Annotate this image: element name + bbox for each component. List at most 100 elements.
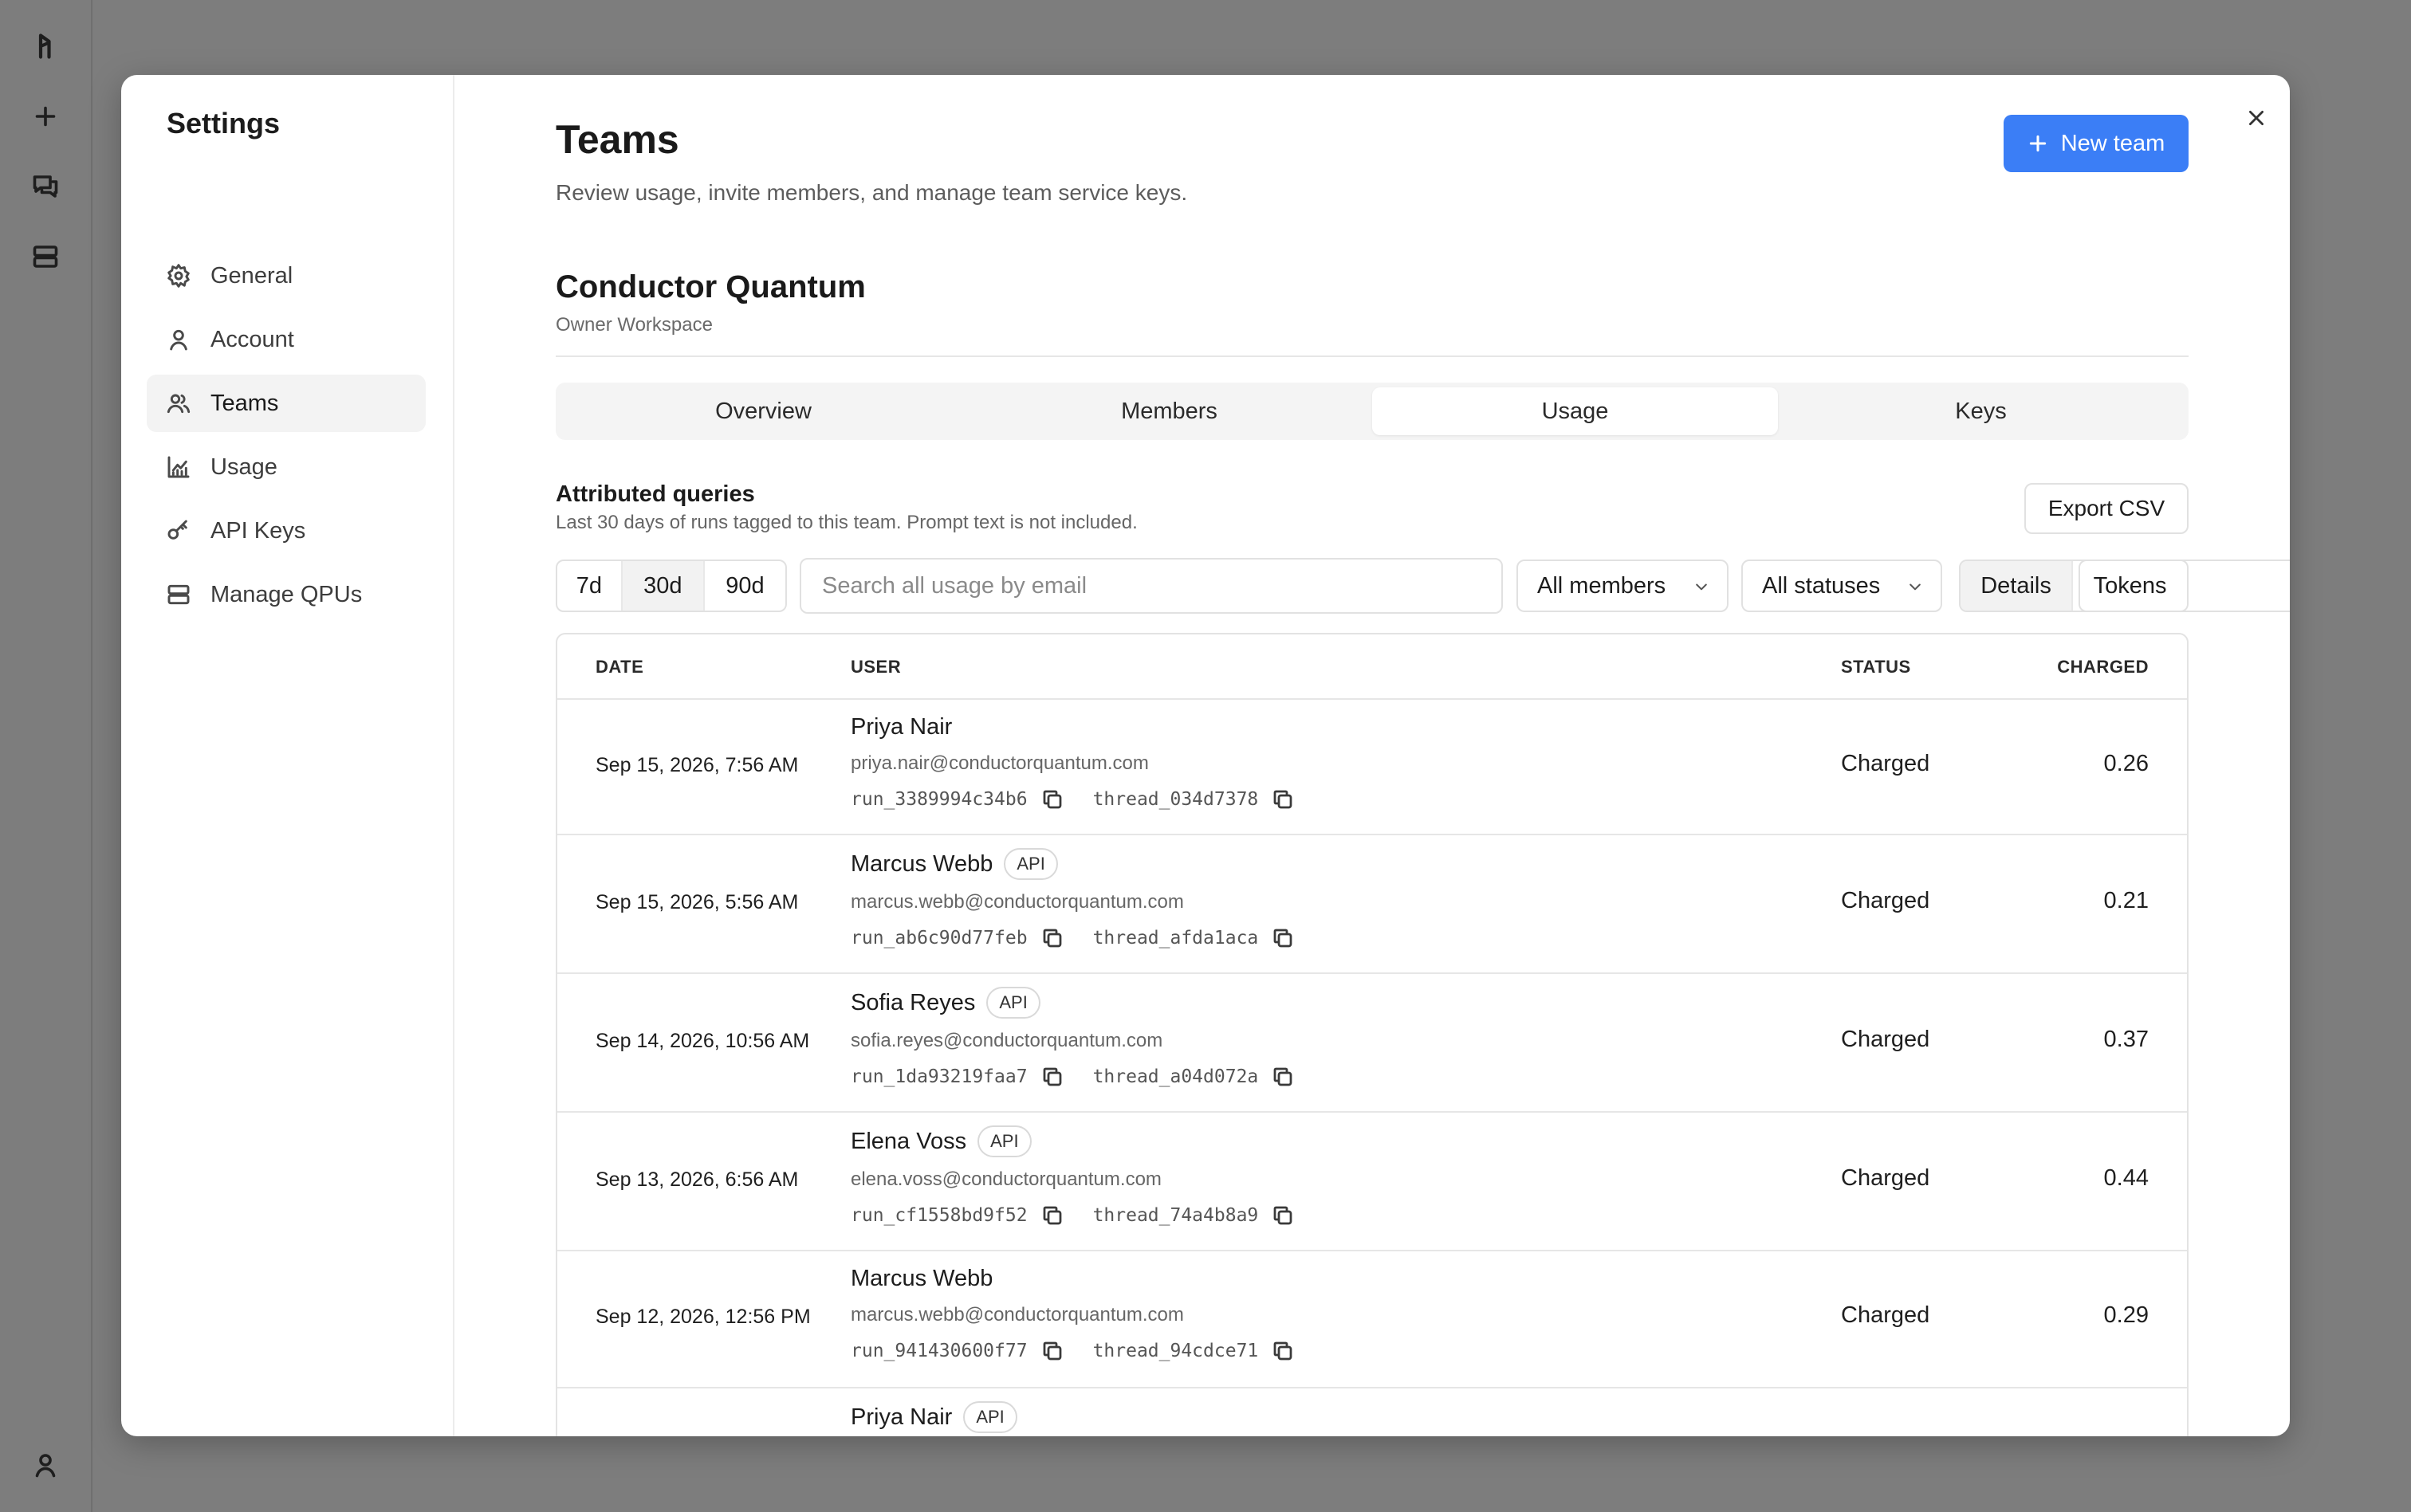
api-badge: API [977,1125,1032,1157]
run-id: run_1da93219faa7 [851,1066,1028,1087]
row-user: Elena Voss API [851,1125,1032,1157]
api-badge: API [986,987,1040,1019]
copy-icon [1273,790,1292,809]
sidebar-item-manage-qpus[interactable]: Manage QPUs [147,566,426,623]
tab-overview[interactable]: Overview [560,387,966,435]
range-selector: 7d 30d 90d [556,560,787,612]
close-button[interactable] [2237,99,2275,137]
copy-run-button[interactable] [1039,786,1066,813]
row-user: Marcus Webb API [851,848,1058,880]
tab-keys[interactable]: Keys [1778,387,2184,435]
thread-id: thread_034d7378 [1092,789,1259,810]
row-user: Priya Nair [851,714,952,740]
user-name: Elena Voss [851,1128,967,1154]
table-row[interactable]: Sep 13, 2026, 6:56 AM Elena Voss API ele… [557,1113,2187,1251]
column-status[interactable]: STATUS [1841,657,1911,677]
row-ids: run_1da93219faa7 thread_a04d072a [851,1063,1323,1090]
copy-thread-button[interactable] [1269,1202,1296,1229]
user-icon[interactable] [25,1444,66,1486]
sidebar-item-api-keys[interactable]: API Keys [147,502,426,560]
new-team-button[interactable]: New team [2004,115,2189,172]
divider [556,355,2189,357]
copy-icon [1043,929,1061,948]
server-icon[interactable] [25,236,66,277]
section-subtitle: Last 30 days of runs tagged to this team… [556,512,1138,533]
plus-icon[interactable] [25,96,66,137]
team-name: Conductor Quantum [556,269,866,304]
column-charged[interactable]: CHARGED [2057,657,2149,677]
copy-icon [1273,1067,1292,1086]
chat-icon[interactable] [25,166,66,207]
run-id: run_cf1558bd9f52 [851,1205,1028,1226]
copy-run-button[interactable] [1039,925,1066,952]
settings-title: Settings [167,107,281,139]
user-name: Marcus Webb [851,1266,993,1291]
chevron-down-icon [1696,583,1707,591]
sidebar-item-label: Teams [210,390,279,416]
export-csv-button[interactable]: Export CSV [2024,483,2189,534]
copy-thread-button[interactable] [1269,1063,1296,1090]
copy-thread-button[interactable] [1269,1337,1296,1365]
tab-usage[interactable]: Usage [1372,387,1778,435]
chart-icon [167,456,190,478]
user-email: sofia.reyes@conductorquantum.com [851,1030,1163,1051]
copy-thread-button[interactable] [1269,925,1296,952]
row-date: Sep 14, 2026, 10:56 AM [596,1030,810,1052]
status-filter[interactable]: All statuses [1741,560,1942,612]
settings-modal: Settings General Account Teams Usage API… [121,75,2290,1436]
row-date: Sep 15, 2026, 5:56 AM [596,891,799,913]
team-tabs: Overview Members Usage Keys [556,383,2189,440]
tab-members[interactable]: Members [966,387,1372,435]
plus-icon [2029,135,2046,152]
team-role: Owner Workspace [556,314,713,336]
thread-id: thread_a04d072a [1092,1066,1259,1087]
sidebar-item-general[interactable]: General [147,247,426,304]
run-id: run_941430600f77 [851,1341,1028,1361]
view-tokens[interactable]: Tokens [2073,561,2187,611]
logo-icon[interactable] [25,26,66,67]
sidebar-item-label: Usage [210,454,277,480]
search-input[interactable] [800,558,1503,614]
user-email: priya.nair@conductorquantum.com [851,752,1149,774]
new-team-label: New team [2060,130,2165,156]
sidebar-item-teams[interactable]: Teams [147,375,426,432]
row-charged: 0.26 [2103,751,2149,776]
user-email: marcus.webb@conductorquantum.com [851,1304,1184,1325]
table-row[interactable]: Sep 14, 2026, 10:56 AM Sofia Reyes API s… [557,974,2187,1113]
range-90d[interactable]: 90d [705,561,785,611]
copy-icon [1273,929,1292,948]
copy-run-button[interactable] [1039,1337,1066,1365]
column-user[interactable]: USER [851,657,901,677]
member-filter[interactable]: All members [1516,560,1729,612]
row-status: Charged [1841,1027,1930,1052]
copy-thread-button[interactable] [1269,786,1296,813]
user-name: Priya Nair [851,714,953,740]
table-header: DATE USER STATUS CHARGED [557,634,2187,700]
key-icon [167,520,187,540]
range-7d[interactable]: 7d [557,561,623,611]
close-icon [2249,111,2264,125]
row-status: Charged [1841,751,1930,776]
table-row[interactable]: Priya Nair API [557,1388,2187,1436]
table-row[interactable]: Sep 15, 2026, 5:56 AM Marcus Webb API ma… [557,835,2187,974]
row-user: Sofia Reyes API [851,987,1040,1019]
table-row[interactable]: Sep 12, 2026, 12:56 PM Marcus Webb marcu… [557,1251,2187,1388]
copy-run-button[interactable] [1039,1063,1066,1090]
view-details[interactable]: Details [1961,561,2074,611]
run-id: run_ab6c90d77feb [851,928,1028,948]
sidebar-item-account[interactable]: Account [147,311,426,368]
column-date[interactable]: DATE [596,657,643,677]
section-title: Attributed queries [556,481,755,507]
table-row[interactable]: Sep 15, 2026, 7:56 AM Priya Nair priya.n… [557,698,2187,835]
teams-content: Teams Review usage, invite members, and … [556,75,2290,1436]
copy-run-button[interactable] [1039,1202,1066,1229]
row-ids: run_ab6c90d77feb thread_afda1aca [851,925,1323,952]
range-30d[interactable]: 30d [622,561,705,611]
sidebar-item-label: API Keys [210,517,306,544]
sidebar-item-label: Manage QPUs [210,581,363,607]
sidebar-item-usage[interactable]: Usage [147,438,426,496]
member-filter-value: All members [1537,572,1666,599]
gear-icon [167,264,190,288]
view-toggle: Details Tokens [1959,560,2189,612]
settings-sidebar: Settings General Account Teams Usage API… [121,75,454,1436]
